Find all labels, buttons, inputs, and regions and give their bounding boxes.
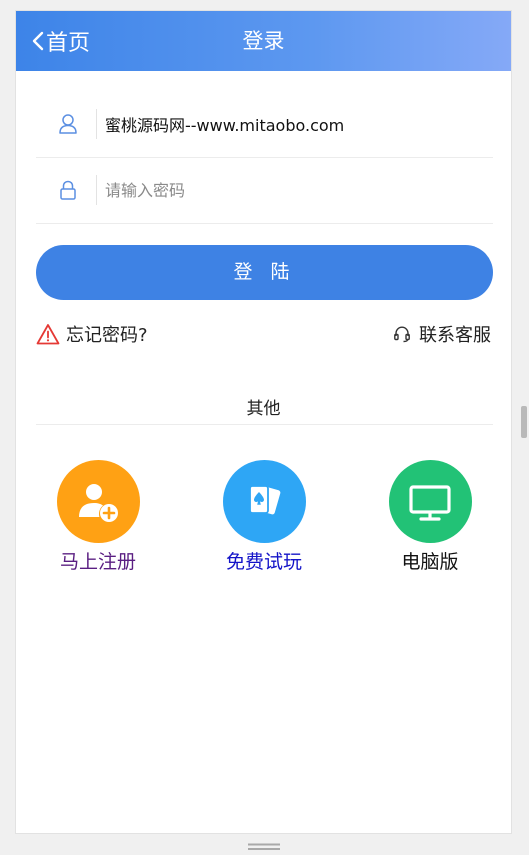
- username-input[interactable]: [105, 114, 465, 134]
- back-label: 首页: [46, 31, 91, 56]
- register-label: 马上注册: [59, 551, 136, 573]
- login-button[interactable]: 登 陆: [36, 245, 493, 300]
- header-bar: 首页 登录: [16, 11, 511, 71]
- username-row: [36, 91, 493, 158]
- resize-handle[interactable]: [521, 406, 527, 438]
- app-frame: 首页 登录 登 陆 忘记密码?: [15, 10, 512, 834]
- register-icon-circle: [56, 460, 140, 543]
- desktop-version-button[interactable]: 电脑版: [370, 460, 490, 574]
- chevron-left-icon: [32, 31, 44, 51]
- other-section-title: 其他: [246, 399, 281, 419]
- forgot-password-label: 忘记密码?: [66, 325, 148, 346]
- free-trial-button[interactable]: 免费试玩: [204, 460, 324, 574]
- register-button[interactable]: 马上注册: [38, 460, 158, 574]
- warning-triangle-icon: [36, 324, 60, 345]
- grip-icon[interactable]: [248, 843, 280, 851]
- trial-icon-circle: [222, 460, 306, 543]
- pc-icon-circle: [388, 460, 472, 543]
- field-divider: [96, 175, 97, 205]
- monitor-icon: [409, 484, 451, 521]
- add-user-icon: [79, 483, 118, 522]
- page-title: 登录: [242, 29, 285, 53]
- section-divider: [36, 424, 493, 425]
- back-button[interactable]: 首页: [32, 11, 90, 71]
- field-divider: [96, 109, 97, 139]
- password-row: [36, 157, 493, 224]
- desktop-version-label: 电脑版: [401, 551, 459, 573]
- customer-service-label: 联系客服: [419, 325, 491, 346]
- lock-icon: [60, 180, 76, 200]
- forgot-password-link[interactable]: 忘记密码?: [36, 321, 148, 347]
- user-icon: [59, 114, 77, 134]
- customer-service-link[interactable]: 联系客服: [393, 321, 491, 347]
- free-trial-label: 免费试玩: [225, 551, 302, 573]
- headset-icon: [394, 326, 410, 343]
- password-input[interactable]: [105, 180, 465, 200]
- playing-cards-icon: [249, 484, 281, 514]
